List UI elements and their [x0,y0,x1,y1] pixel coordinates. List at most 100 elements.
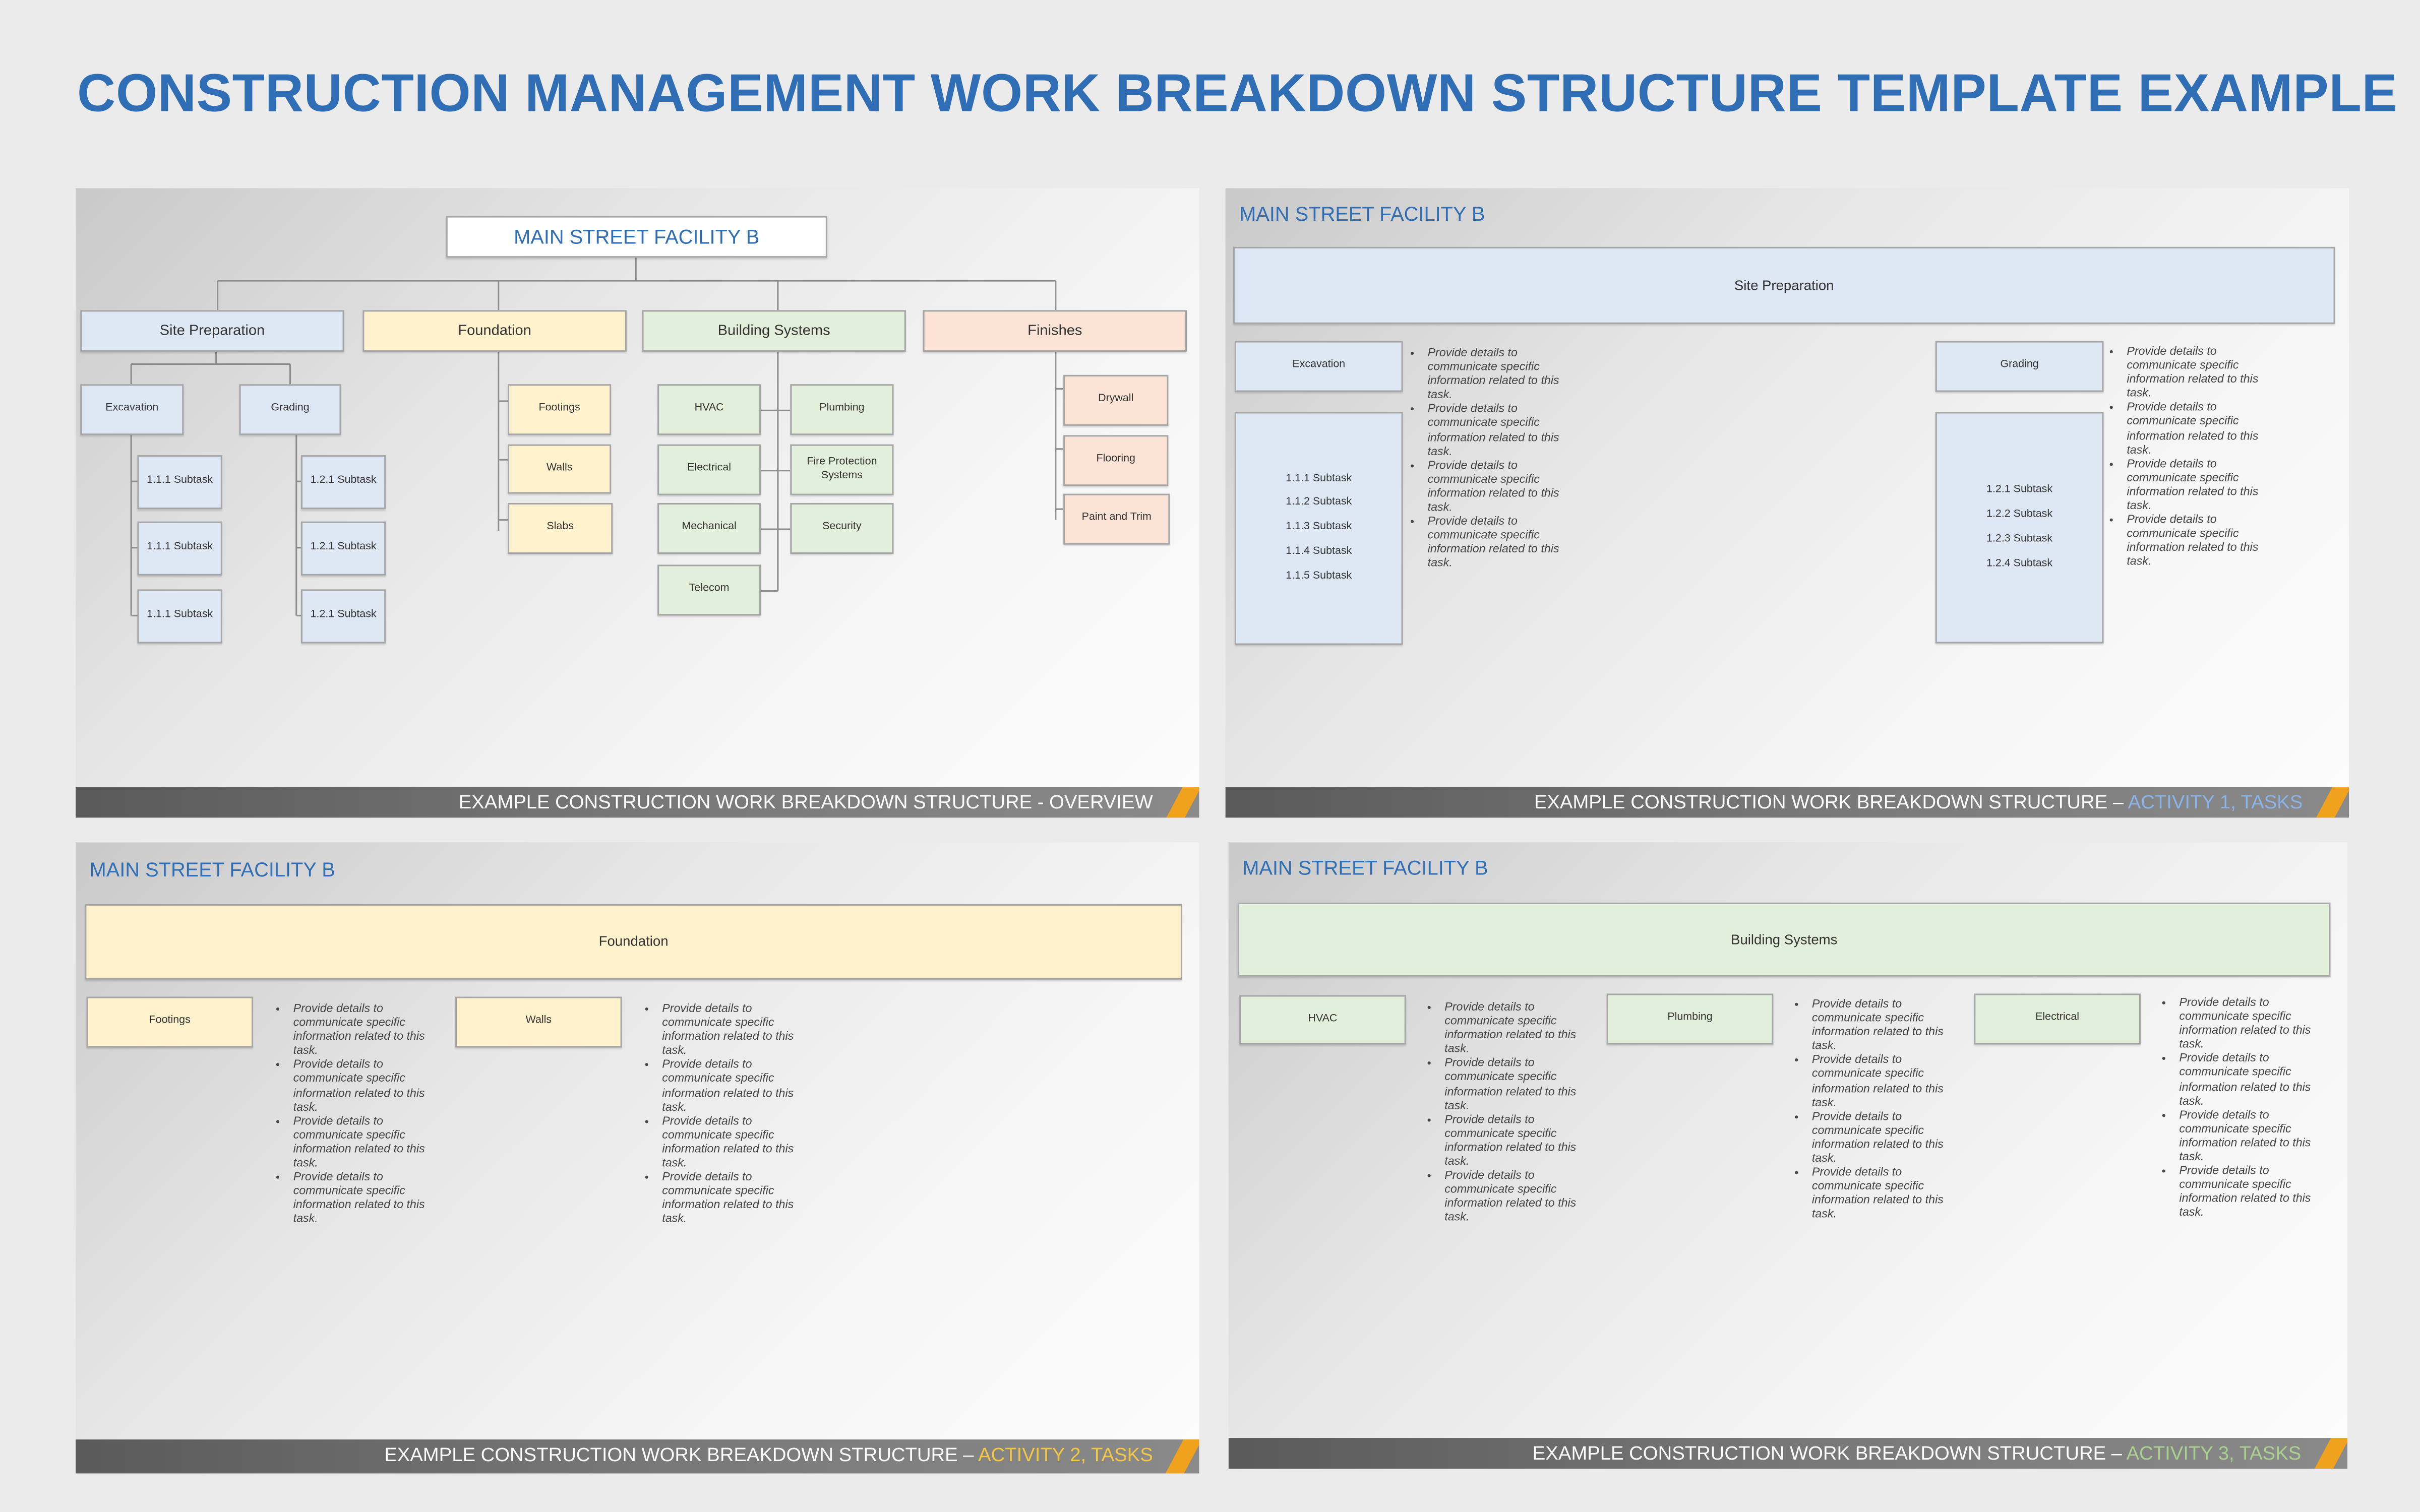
task-detail-bullet: Provide details to communicate specific … [1444,1056,1587,1112]
node-subtask[interactable]: 1.2.1 Subtask [300,521,386,576]
task-detail-bullet: Provide details to communicate specific … [2127,344,2269,400]
node-subtask[interactable]: 1.1.1 Subtask [137,521,222,576]
subtask-list-excavation: 1.1.1 Subtask 1.1.2 Subtask 1.1.3 Subtask 1… [1234,412,1403,645]
subtask-item: 1.2.2 Subtask [1986,509,2053,520]
task-detail-bullet: Provide details to communicate specific … [1428,514,1570,570]
node-hvac[interactable]: HVAC [657,384,761,435]
task-detail-bullet: Provide details to communicate specific … [1428,402,1570,458]
slide-header: MAIN STREET FACILITY B [1242,856,1488,879]
node-building-systems[interactable]: Building Systems [642,310,906,352]
task-detail-bullet: Provide details to communicate specific … [1444,1112,1587,1168]
task-hvac[interactable]: HVAC [1239,995,1406,1045]
node-fire-protection[interactable]: Fire Protection Systems [790,444,894,495]
activity-title-box[interactable]: Foundation [85,904,1182,980]
activity1-slide: MAIN STREET FACILITY B Site Preparation … [1225,188,2349,818]
task-detail-bullet: Provide details to communicate specific … [1428,458,1570,514]
task-grading[interactable]: Grading [1935,341,2104,392]
node-telecom[interactable]: Telecom [657,564,761,616]
connector-lines [130,258,1064,616]
node-plumbing[interactable]: Plumbing [790,384,894,435]
activity-title-box[interactable]: Building Systems [1238,902,2331,977]
node-subtask[interactable]: 1.1.1 Subtask [137,455,222,510]
subtask-list-grading: 1.2.1 Subtask 1.2.2 Subtask 1.2.3 Subtask 1… [1935,412,2104,644]
task-detail-bullet: Provide details to communicate specific … [1812,1053,1954,1109]
footer-text: EXAMPLE CONSTRUCTION WORK BREAKDOWN STRU… [458,791,1153,813]
slide-header: MAIN STREET FACILITY B [89,858,335,881]
slide-footer: EXAMPLE CONSTRUCTION WORK BREAKDOWN STRU… [75,787,1199,818]
footer-label: EXAMPLE CONSTRUCTION WORK BREAKDOWN STRU… [1532,1442,2127,1465]
root-node[interactable]: MAIN STREET FACILITY B [446,216,827,258]
task-details: Provide details to communicate specific … [2111,344,2269,569]
task-detail-bullet: Provide details to communicate specific … [293,1113,436,1169]
node-slabs[interactable]: Slabs [508,502,613,554]
page: CONSTRUCTION MANAGEMENT WORK BREAKDOWN S… [0,0,2420,1512]
accent-slash [1165,1439,1199,1474]
node-flooring[interactable]: Flooring [1063,435,1169,486]
node-security[interactable]: Security [790,502,894,554]
node-subtask[interactable]: 1.2.1 Subtask [300,589,386,644]
subtask-item: 1.1.5 Subtask [1286,571,1352,582]
task-detail-bullet: Provide details to communicate specific … [1812,1109,1954,1165]
task-detail-bullet: Provide details to communicate specific … [662,1057,804,1113]
footer-highlight: ACTIVITY 3, TASKS [2126,1442,2302,1465]
node-footings[interactable]: Footings [508,384,612,435]
node-mechanical[interactable]: Mechanical [657,502,761,554]
activity3-slide: MAIN STREET FACILITY B Building Systems … [1228,842,2348,1469]
accent-slash [2314,1438,2348,1469]
accent-slash [2316,787,2349,818]
task-detail-bullet: Provide details to communicate specific … [2127,400,2269,456]
task-detail-bullet: Provide details to communicate specific … [2127,513,2269,569]
slide-header: MAIN STREET FACILITY B [1239,202,1485,225]
task-detail-bullet: Provide details to communicate specific … [2127,456,2269,512]
node-finishes[interactable]: Finishes [923,310,1187,352]
node-electrical[interactable]: Electrical [657,444,761,495]
node-drywall[interactable]: Drywall [1063,374,1169,426]
overview-slide: MAIN STREET FACILITY B Site Preparation … [75,188,1199,818]
task-detail-bullet: Provide details to communicate specific … [1812,1165,1954,1221]
task-details: Provide details to communicate specific … [1412,346,1569,570]
footer-label: EXAMPLE CONSTRUCTION WORK BREAKDOWN STRU… [384,1444,979,1466]
task-excavation[interactable]: Excavation [1234,341,1403,392]
task-detail-bullet: Provide details to communicate specific … [2179,1051,2321,1107]
task-detail-bullet: Provide details to communicate specific … [293,1001,436,1057]
slide-footer: EXAMPLE CONSTRUCTION WORK BREAKDOWN STRU… [1225,787,2349,818]
task-details: Provide details to communicate specific … [2164,995,2321,1219]
task-detail-bullet: Provide details to communicate specific … [2179,1164,2321,1220]
page-title: CONSTRUCTION MANAGEMENT WORK BREAKDOWN S… [77,65,2398,123]
node-subtask[interactable]: 1.1.1 Subtask [137,589,222,644]
node-site-preparation[interactable]: Site Preparation [80,310,344,352]
subtask-item: 1.1.1 Subtask [1286,473,1352,484]
task-detail-bullet: Provide details to communicate specific … [2179,995,2321,1051]
activity2-slide: MAIN STREET FACILITY B Foundation Footin… [75,842,1199,1474]
subtask-item: 1.1.4 Subtask [1286,546,1352,557]
task-details: Provide details to communicate specific … [1796,997,1954,1221]
node-subtask[interactable]: 1.2.1 Subtask [300,455,386,510]
footer-highlight: ACTIVITY 2, TASKS [978,1444,1153,1466]
task-detail-bullet: Provide details to communicate specific … [662,1001,804,1057]
node-paint-and-trim[interactable]: Paint and Trim [1063,493,1170,545]
task-detail-bullet: Provide details to communicate specific … [1444,1168,1587,1224]
subtask-item: 1.1.2 Subtask [1286,497,1352,509]
activity-title-box[interactable]: Site Preparation [1233,246,2335,324]
subtask-item: 1.2.1 Subtask [1986,484,2053,495]
node-grading[interactable]: Grading [239,384,341,435]
subtask-item: 1.1.3 Subtask [1286,522,1352,533]
task-details: Provide details to communicate specific … [1429,1000,1587,1224]
accent-slash [1166,787,1199,818]
task-details: Provide details to communicate specific … [647,1001,804,1226]
task-detail-bullet: Provide details to communicate specific … [1428,346,1570,402]
task-detail-bullet: Provide details to communicate specific … [662,1170,804,1226]
task-electrical[interactable]: Electrical [1974,993,2141,1045]
footer-highlight: ACTIVITY 1, TASKS [2128,791,2303,813]
slide-footer: EXAMPLE CONSTRUCTION WORK BREAKDOWN STRU… [1228,1438,2348,1469]
task-detail-bullet: Provide details to communicate specific … [293,1057,436,1113]
task-detail-bullet: Provide details to communicate specific … [2179,1107,2321,1163]
slide-footer: EXAMPLE CONSTRUCTION WORK BREAKDOWN STRU… [75,1439,1199,1474]
task-details: Provide details to communicate specific … [278,1001,435,1226]
node-foundation[interactable]: Foundation [362,310,627,352]
node-walls[interactable]: Walls [508,444,612,494]
task-walls[interactable]: Walls [455,996,622,1048]
task-plumbing[interactable]: Plumbing [1606,993,1774,1045]
node-excavation[interactable]: Excavation [80,384,184,435]
task-footings[interactable]: Footings [86,996,254,1048]
